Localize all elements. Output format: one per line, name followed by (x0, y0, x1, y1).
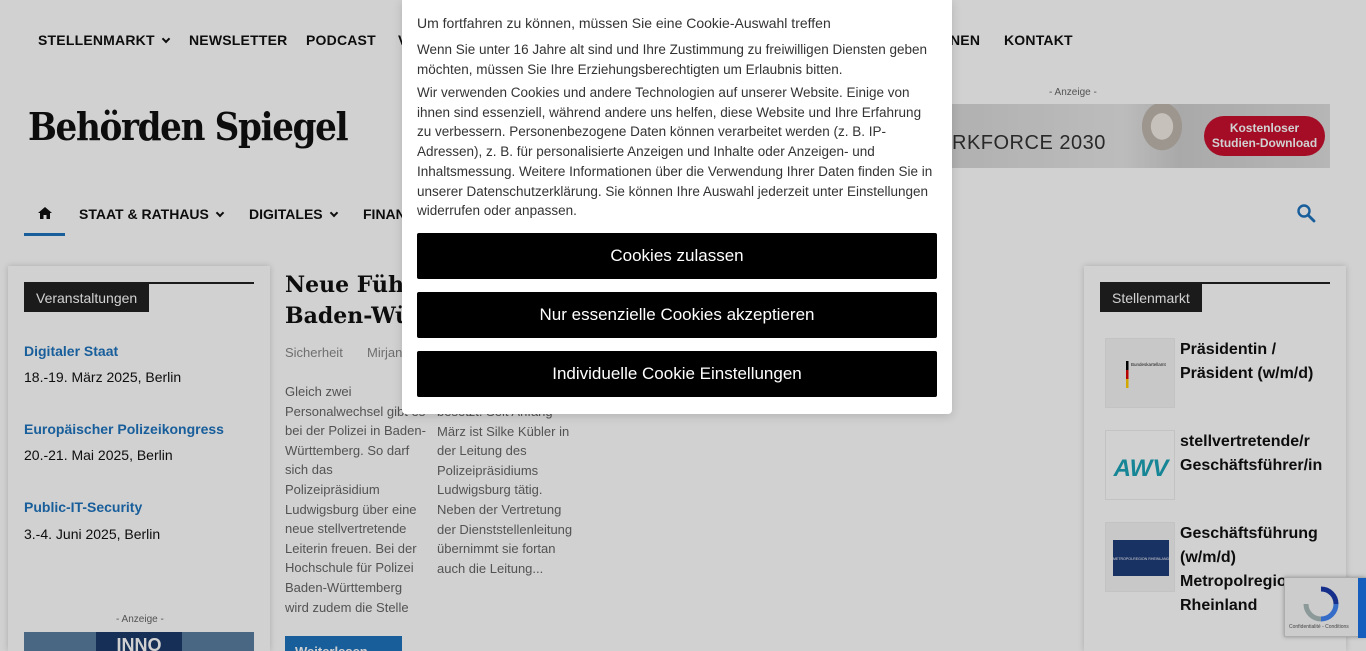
cookie-dialog-age-notice: Wenn Sie unter 16 Jahre alt sind und Ihr… (417, 42, 928, 77)
cookie-consent-dialog: Um fortfahren zu können, müssen Sie eine… (402, 0, 952, 414)
cookie-dialog-description: Wir verwenden Cookies und andere Technol… (417, 85, 933, 219)
individual-cookie-settings-button[interactable]: Individuelle Cookie Einstellungen (417, 351, 937, 397)
accept-all-cookies-button[interactable]: Cookies zulassen (417, 233, 937, 279)
cookie-dialog-heading: Um fortfahren zu können, müssen Sie eine… (417, 15, 831, 31)
accept-essential-cookies-button[interactable]: Nur essenzielle Cookies akzeptieren (417, 292, 937, 338)
